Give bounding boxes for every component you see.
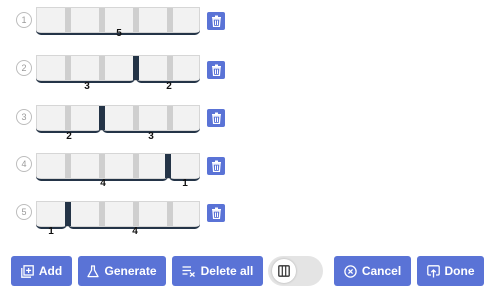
generate-button[interactable]: Generate [78,256,166,286]
trash-icon [211,112,221,124]
generate-button-label: Generate [104,264,157,278]
add-button-label: Add [38,264,63,278]
layout-row: 2 3 2 [0,48,500,92]
trash-icon [211,207,221,219]
delete-row-button[interactable] [207,109,225,127]
group-count: 2 [66,131,72,142]
row-number: 2 [16,60,32,76]
delete-all-button[interactable]: Delete all [172,256,263,286]
group-count: 4 [132,226,138,237]
layout-row: 5 1 4 [0,192,500,237]
cancel-button-label: Cancel [361,264,402,278]
delete-row-button[interactable] [207,61,225,79]
delete-row-button[interactable] [207,12,225,30]
upload-icon [426,264,440,277]
row-number: 5 [16,204,32,220]
clear-list-icon [182,266,195,277]
add-box-icon [20,264,34,278]
add-button[interactable]: Add [11,256,72,286]
group-count: 4 [100,178,106,189]
delete-all-button-label: Delete all [200,264,254,278]
layout-row: 4 4 1 [0,144,500,189]
done-button-label: Done [444,264,475,278]
group-count: 3 [84,81,90,92]
group-count: 1 [48,226,54,237]
row-number: 4 [16,156,32,172]
cancel-button[interactable]: Cancel [334,256,411,286]
circle-x-icon [344,264,357,278]
trash-icon [211,64,221,76]
trash-icon [211,15,221,27]
row-number: 3 [16,109,32,125]
column-mode-toggle[interactable] [268,256,323,286]
columns-icon [278,265,290,277]
row-number: 1 [16,12,32,28]
group-count: 5 [116,28,122,39]
toggle-knob [272,259,296,283]
delete-row-button[interactable] [207,204,225,222]
done-button[interactable]: Done [417,256,484,286]
delete-row-button[interactable] [207,157,225,175]
bottom-toolbar: Add Generate Delete all Cancel Done [0,256,500,286]
layout-row: 3 2 3 [0,96,500,142]
group-count: 3 [148,131,154,142]
group-count: 2 [166,81,172,92]
trash-icon [211,160,221,172]
layout-row: 1 5 [0,0,500,44]
group-count: 1 [182,178,188,189]
flask-icon [87,264,100,277]
